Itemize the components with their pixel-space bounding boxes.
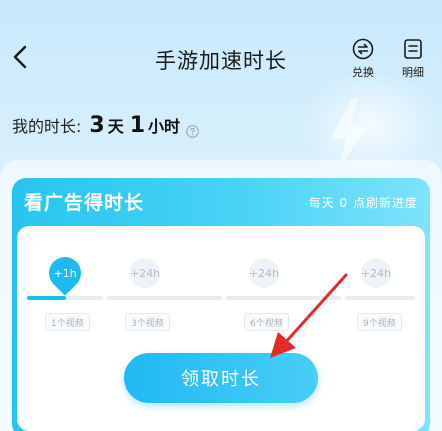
- header: 手游加速时长 兑换 明细: [0, 0, 442, 110]
- detail-label: 明细: [402, 66, 424, 79]
- my-time-hours-unit: 小时: [148, 117, 181, 136]
- ad-card-title: 看广告得时长: [24, 192, 145, 214]
- my-time-days-unit: 天: [107, 117, 124, 136]
- my-time-label: 我的时长:: [12, 117, 82, 136]
- refresh-note: 每天 0 点刷新进度: [308, 196, 418, 210]
- exchange-icon: [352, 38, 374, 60]
- step-reward-1: +1h: [53, 266, 77, 280]
- my-time-summary: 我的时长: 3 天 1 小时: [12, 113, 199, 145]
- help-icon[interactable]: [186, 124, 199, 138]
- step-reward-2: +24h: [129, 266, 161, 280]
- my-time-hours: 1: [129, 113, 146, 138]
- progress-track-segment: [107, 296, 222, 300]
- step-node-2: +24h: [130, 258, 160, 288]
- step-node-4: +24h: [361, 258, 391, 288]
- red-arrow-annotation-icon: [270, 273, 348, 358]
- exchange-button[interactable]: 兑换: [343, 38, 383, 84]
- progress-fill: [27, 296, 66, 300]
- list-detail-icon: [404, 39, 422, 59]
- step-label-2: 3个视频: [125, 313, 170, 331]
- step-reward-4: +24h: [360, 266, 392, 280]
- step-label-1: 1个视频: [45, 313, 90, 331]
- exchange-label: 兑换: [352, 66, 374, 79]
- detail-button[interactable]: 明细: [393, 38, 433, 84]
- progress-track-segment: [345, 296, 415, 300]
- step-label-4: 9个视频: [357, 313, 402, 331]
- my-time-days: 3: [89, 113, 105, 138]
